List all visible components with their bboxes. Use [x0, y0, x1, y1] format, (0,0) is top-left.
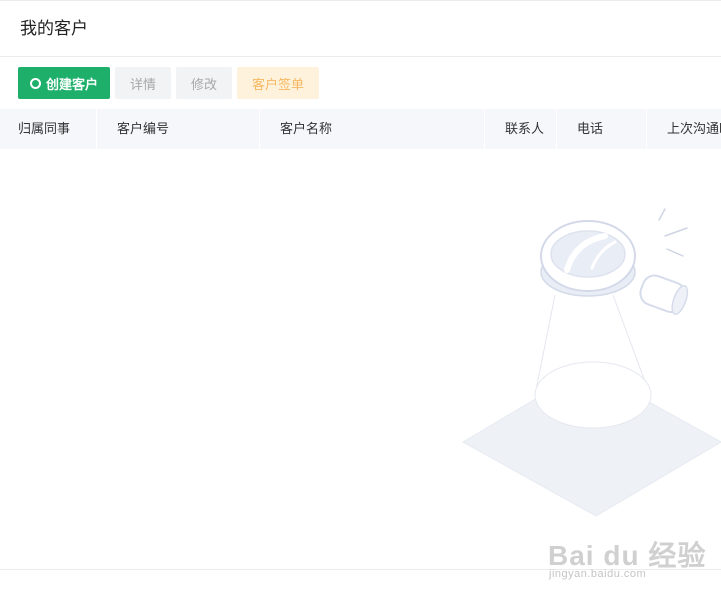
- detail-button[interactable]: 详情: [115, 67, 171, 99]
- column-divider: [484, 109, 485, 149]
- column-divider: [646, 109, 647, 149]
- column-header-owner[interactable]: 归属同事: [18, 109, 70, 149]
- column-header-contact[interactable]: 联系人: [505, 109, 544, 149]
- column-header-customer-id[interactable]: 客户编号: [117, 109, 169, 149]
- page-title: 我的客户: [20, 19, 88, 38]
- empty-state-magnifier-icon: [461, 208, 721, 517]
- circle-icon: [29, 77, 41, 89]
- column-divider: [96, 109, 97, 149]
- column-divider: [259, 109, 260, 149]
- create-customer-button[interactable]: 创建客户: [18, 67, 110, 99]
- column-header-last-contact[interactable]: 上次沟通时: [667, 109, 721, 149]
- toolbar: 创建客户 详情 修改 客户签单: [18, 67, 319, 99]
- customer-sign-button[interactable]: 客户签单: [237, 67, 319, 99]
- page-header: 我的客户: [0, 1, 721, 57]
- table-header: 归属同事 客户编号 客户名称 联系人 电话 上次沟通时: [0, 109, 721, 149]
- column-header-phone[interactable]: 电话: [577, 109, 603, 149]
- column-divider: [556, 109, 557, 149]
- edit-button[interactable]: 修改: [176, 67, 232, 99]
- baidu-watermark: Bai du 经验 jingyan.baidu.com: [548, 522, 721, 592]
- column-header-customer-name[interactable]: 客户名称: [280, 109, 332, 149]
- customer-page: 我的客户 创建客户 详情 修改 客户签单 归属同事 客户编号 客户名称 联系人 …: [0, 0, 721, 601]
- create-customer-label: 创建客户: [45, 76, 98, 92]
- watermark-url: jingyan.baidu.com: [549, 568, 647, 580]
